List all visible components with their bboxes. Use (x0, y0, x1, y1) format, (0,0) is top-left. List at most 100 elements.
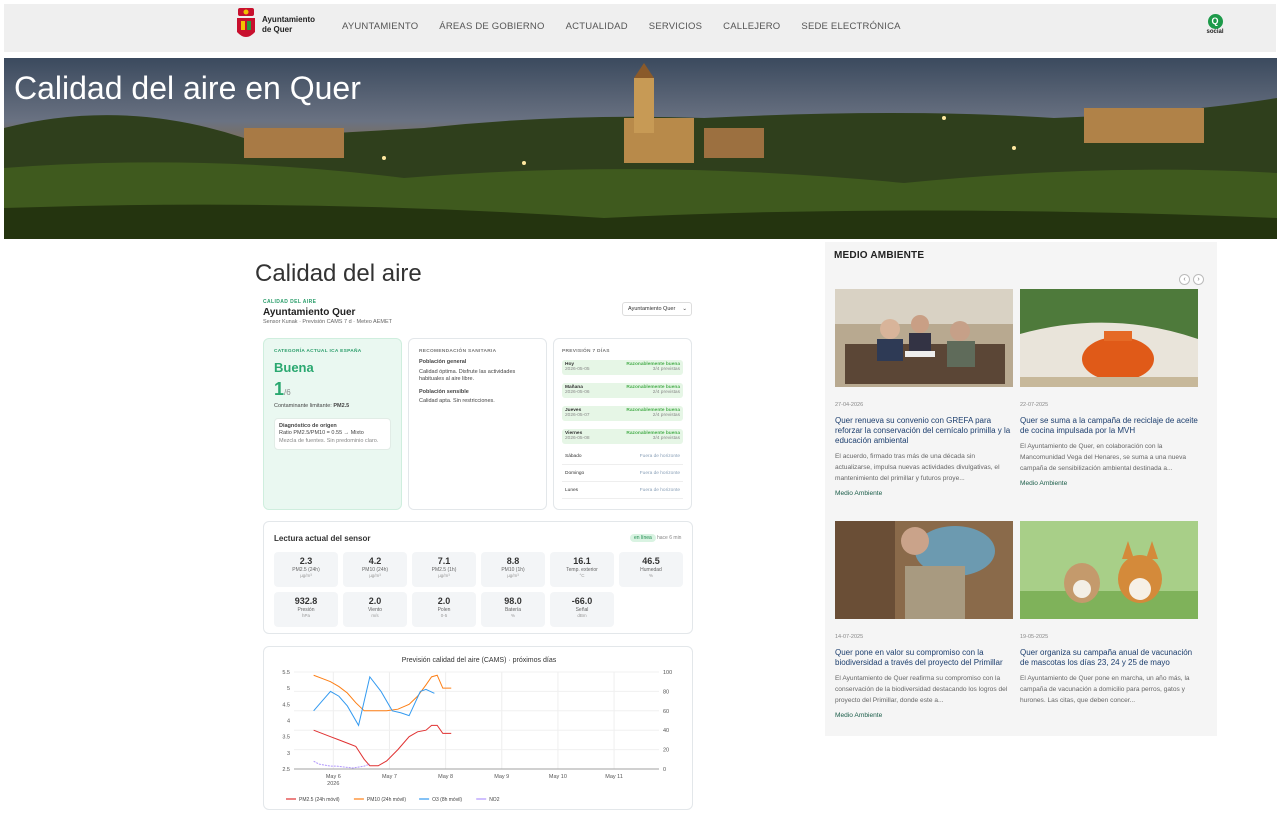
station-select[interactable]: Ayuntamiento Quer ⌄ (622, 302, 692, 316)
x-tick-label: May 11 (605, 774, 623, 780)
forecast-chart-card: Previsión calidad del aire (CAMS) · próx… (263, 646, 693, 810)
tile-unit: µg/m³ (507, 573, 519, 578)
nav-ayuntamiento[interactable]: AYUNTAMIENTO (342, 21, 418, 32)
tile-value: -66.0 (571, 596, 593, 606)
forecast-card: PREVISIÓN 7 DÍAS Hoy 2026-05-05 Razonabl… (553, 338, 692, 510)
tile-unit: 0-5 (440, 613, 448, 618)
general-pop-title: Población general (419, 359, 467, 365)
legend-label: O3 (8h móvil) (432, 797, 462, 803)
news-date: 22-07-2025 (1020, 402, 1049, 408)
limiting-label: Contaminante limitante: (274, 403, 332, 409)
forecast-row: Hoy 2026-05-05 Razonablemente buena 3/4 p… (562, 360, 683, 375)
nav-areas-gobierno[interactable]: ÁREAS DE GOBIERNO (439, 21, 544, 32)
news-excerpt: El acuerdo, firmado tras más de una déca… (835, 453, 1000, 482)
tile-unit: µg/m³ (438, 573, 450, 578)
news-title[interactable]: Quer renueva su convenio con GREFA para … (835, 416, 1013, 446)
nav-sede-electronica[interactable]: SEDE ELECTRÓNICA (801, 21, 900, 32)
news-excerpt: El Ayuntamiento de Quer reafirma su comp… (835, 675, 1008, 704)
sensor-tile: 2.3 PM2.5 (24h) µg/m³ (274, 552, 338, 587)
y-left-tick-label: 4.5 (282, 702, 290, 708)
news-card[interactable]: 19-05-2025 Quer organiza su campaña anua… (1020, 521, 1198, 706)
y-left-tick-label: 5.5 (282, 670, 290, 676)
diag-note: Mezcla de fuentes. Sin predominio claro. (279, 437, 379, 444)
nav-servicios[interactable]: SERVICIOS (649, 21, 702, 32)
forecast-status: Razonablemente buena 3/4 previstas (626, 431, 680, 441)
qsocial-link[interactable]: Q social (1202, 14, 1228, 35)
hero-title: Calidad del aire en Quer (14, 70, 361, 106)
x-tick-label: 2026 (327, 781, 339, 787)
news-card[interactable]: 22-07-2025 Quer se suma a la campaña de … (1020, 289, 1198, 487)
tile-unit: µg/m³ (369, 573, 381, 578)
sensor-tile: 932.8 Presión hPa (274, 592, 338, 627)
news-category[interactable]: Medio Ambiente (835, 712, 1013, 719)
tile-value: 2.3 (299, 556, 313, 566)
forecast-note: 3/4 previstas (652, 436, 680, 441)
news-image-meeting[interactable] (835, 289, 1013, 387)
sensor-tile: 16.1 Temp. exterior °C (550, 552, 614, 587)
forecast-day: Domingo (565, 471, 585, 476)
nav-actualidad[interactable]: ACTUALIDAD (566, 21, 628, 32)
carousel-prev-icon[interactable]: ‹ (1179, 274, 1190, 285)
recommendation-label: RECOMENDACIÓN SANITARIA (419, 349, 497, 354)
sensor-tile: -66.0 Señal dBm (550, 592, 614, 627)
sensor-tile: 46.5 Humedad% (619, 552, 683, 587)
y-left-tick-label: 5 (287, 686, 290, 692)
y-right-tick-label: 100 (663, 670, 672, 676)
index-max: /6 (284, 388, 291, 397)
y-right-tick-label: 0 (663, 767, 666, 773)
y-left-tick-label: 3 (287, 751, 290, 757)
carousel-next-icon[interactable]: › (1193, 274, 1204, 285)
news-category[interactable]: Medio Ambiente (1020, 480, 1198, 487)
news-excerpt: El Ayuntamiento de Quer, en colaboración… (1020, 443, 1187, 472)
forecast-note: 2/4 previstas (652, 390, 680, 395)
tile-unit: °C (579, 573, 585, 578)
chevron-down-icon: ⌄ (682, 306, 687, 312)
last-update: hace 6 min (657, 535, 682, 541)
sensor-title: Lectura actual del sensor (274, 534, 371, 543)
qsocial-label: social (1206, 29, 1224, 35)
logo-line-2: de Quer (262, 25, 293, 34)
sidebar-medio-ambiente: MEDIO AMBIENTE ‹ › 27-04-2026 Quer renue… (825, 242, 1217, 736)
news-title[interactable]: Quer pone en valor su compromiso con la … (835, 648, 1013, 668)
diag-title: Diagnóstico de origen (279, 422, 337, 429)
tile-unit: dBm (577, 613, 587, 618)
news-card[interactable]: 14-07-2025 Quer pone en valor su comprom… (835, 521, 1013, 719)
forecast-row: Jueves 2026-05-07 Razonablemente buena 2/… (562, 406, 683, 421)
tile-value: 46.5 (642, 556, 660, 566)
sensor-readings-card: Lectura actual del sensor en línea hace … (263, 521, 693, 634)
news-category[interactable]: Medio Ambiente (835, 490, 1013, 497)
tile-unit: % (648, 573, 653, 578)
main-menu: AYUNTAMIENTO ÁREAS DE GOBIERNO ACTUALIDA… (342, 21, 922, 32)
x-tick-label: May 10 (549, 774, 567, 780)
forecast-chart[interactable]: Previsión calidad del aire (CAMS) · próx… (264, 647, 694, 811)
news-card[interactable]: 27-04-2026 Quer renueva su convenio con … (835, 289, 1013, 497)
limiting-pollutant: Contaminante limitante: PM2.5 (274, 403, 391, 411)
sensor-tile: 7.1 PM2.5 (1h) µg/m³ (412, 552, 476, 587)
status-badge: en línea (630, 534, 656, 542)
hero-banner: Calidad del aire en Quer (4, 58, 1277, 239)
limiting-value: PM2.5 (333, 403, 350, 409)
nav-callejero[interactable]: CALLEJERO (723, 21, 780, 32)
forecast-row: Mañana 2026-05-06 Razonablemente buena 2/… (562, 383, 683, 398)
forecast-day: Lunes (565, 488, 579, 493)
forecast-status: Razonablemente buena 3/4 previstas (626, 362, 680, 372)
news-image-dogs[interactable] (1020, 521, 1198, 619)
series-line (313, 675, 435, 727)
x-tick-label: May 6 (326, 774, 341, 780)
forecast-status: Razonablemente buena 2/4 previstas (626, 385, 680, 395)
category-card: CATEGORÍA ACTUAL ICA ESPAÑA Buena 1/6 Co… (263, 338, 402, 510)
embed-subtitle: Sensor Kunak · Previsión CAMS 7 d · Mete… (263, 319, 392, 325)
site-logo[interactable]: Ayuntamiento de Quer (236, 8, 315, 42)
coat-of-arms-icon (237, 8, 255, 37)
legend-label: NO2 (489, 797, 500, 803)
forecast-status: Fuera de horizonte (639, 454, 680, 459)
tile-unit: hPa (301, 613, 310, 618)
forecast-row: Sábado Fuera de horizonte (562, 450, 683, 465)
forecast-day: Sábado (565, 454, 582, 459)
x-tick-label: May 9 (494, 774, 509, 780)
news-title[interactable]: Quer organiza su campaña anual de vacuna… (1020, 648, 1198, 668)
news-image-primillar[interactable] (835, 521, 1013, 619)
news-title[interactable]: Quer se suma a la campaña de reciclaje d… (1020, 416, 1198, 436)
forecast-row: Domingo Fuera de horizonte (562, 467, 683, 482)
news-image-oil-container[interactable] (1020, 289, 1198, 387)
